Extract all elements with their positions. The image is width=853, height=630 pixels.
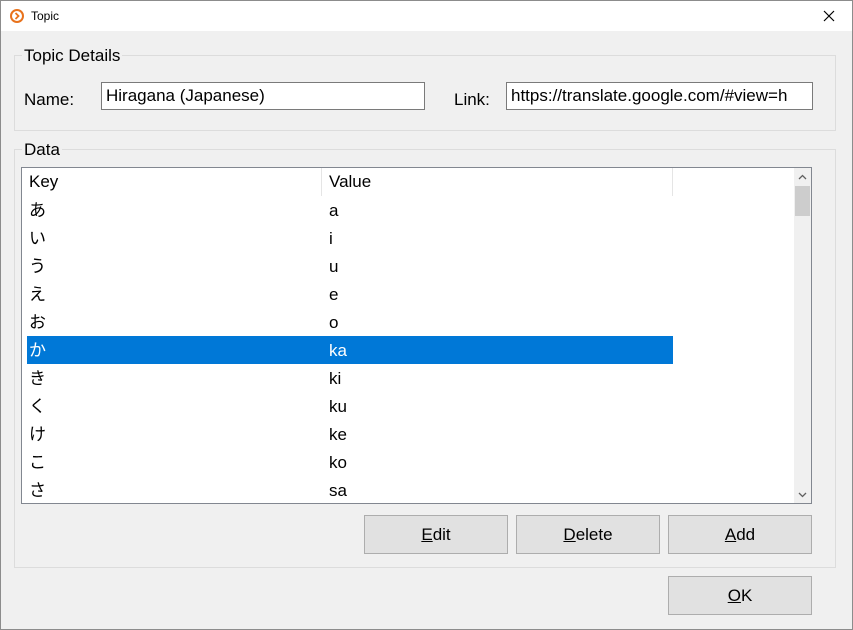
edit-label-rest: dit (432, 524, 451, 544)
list-row[interactable]: うu (22, 252, 794, 280)
selection-highlight (27, 336, 673, 364)
list-body: あ a い i う u え e お o か ka き ki く ku け ke こ ko さ sa (22, 196, 794, 503)
topic-dialog: Topic Topic Details Name: Hiragana (Japa… (0, 0, 853, 630)
add-label-rest: dd (736, 524, 756, 544)
data-label: Data (22, 140, 62, 160)
close-button[interactable] (806, 1, 852, 31)
title-bar: Topic (1, 1, 852, 31)
window-title: Topic (31, 9, 60, 23)
delete-label-rest: elete (575, 524, 613, 544)
close-icon (823, 10, 835, 22)
value-cell: a (329, 201, 339, 220)
delete-mnemonic: D (563, 524, 576, 544)
value-cell: o (329, 313, 339, 332)
column-header-value[interactable]: Value (322, 168, 673, 196)
add-mnemonic: A (724, 524, 737, 544)
value-cell: u (329, 257, 339, 276)
link-label: Link: (454, 90, 490, 109)
key-cell: け (29, 425, 46, 445)
key-cell: こ (29, 453, 46, 473)
chevron-up-icon (798, 174, 807, 179)
value-cell: ke (329, 425, 347, 444)
key-cell: い (29, 229, 46, 249)
list-row[interactable]: さ sa (22, 476, 794, 503)
key-cell: あ (29, 201, 46, 221)
value-cell: ki (329, 369, 342, 388)
ok-mnemonic: O (727, 585, 741, 605)
chevron-circle-icon (10, 9, 24, 23)
value-cell: ka (329, 341, 347, 360)
list-row[interactable]: き ki (22, 364, 794, 392)
edit-button[interactable]: Edit (364, 515, 508, 554)
value-cell: e (329, 285, 339, 304)
column-header-key[interactable]: Key (22, 168, 322, 196)
list-row[interactable]: えe (22, 280, 794, 308)
add-button[interactable]: Add (668, 515, 812, 554)
vertical-scrollbar[interactable] (794, 168, 811, 503)
scroll-thumb[interactable] (795, 186, 810, 216)
link-field[interactable]: https://translate.google.com/#view=h (506, 82, 813, 110)
key-cell: き (29, 369, 46, 389)
list-row[interactable]: く ku (22, 392, 794, 420)
topic-details-label: Topic Details (22, 46, 123, 66)
data-list[interactable]: Key Value あ a い i う u え e お o か ka き ki く ku け ke こ ko さ sa (21, 167, 812, 504)
ok-label-rest: K (740, 585, 753, 605)
value-cell: ku (329, 397, 347, 416)
scroll-down-button[interactable] (794, 486, 811, 503)
list-row[interactable]: いi (22, 224, 794, 252)
key-cell: え (29, 285, 46, 305)
chevron-down-icon (798, 492, 807, 497)
key-cell: さ (29, 481, 46, 501)
key-cell: く (29, 397, 46, 417)
delete-button[interactable]: Delete (516, 515, 660, 554)
name-field[interactable]: Hiragana (Japanese) (101, 82, 425, 110)
value-cell: i (329, 229, 333, 248)
list-row[interactable]: け ke (22, 420, 794, 448)
name-label: Name: (24, 90, 75, 109)
list-row[interactable]: か ka (22, 336, 794, 364)
key-cell: お (29, 313, 46, 333)
key-cell: か (29, 341, 46, 361)
list-row[interactable]: おo (22, 308, 794, 336)
list-row[interactable]: こ ko (22, 448, 794, 476)
list-row[interactable]: あa (22, 196, 794, 224)
scroll-up-button[interactable] (794, 168, 811, 185)
key-cell: う (29, 257, 46, 277)
value-cell: sa (329, 481, 347, 500)
list-header: Key Value (22, 168, 794, 196)
edit-mnemonic: E (421, 524, 433, 544)
ok-button[interactable]: OK (668, 576, 812, 615)
value-cell: ko (329, 453, 347, 472)
